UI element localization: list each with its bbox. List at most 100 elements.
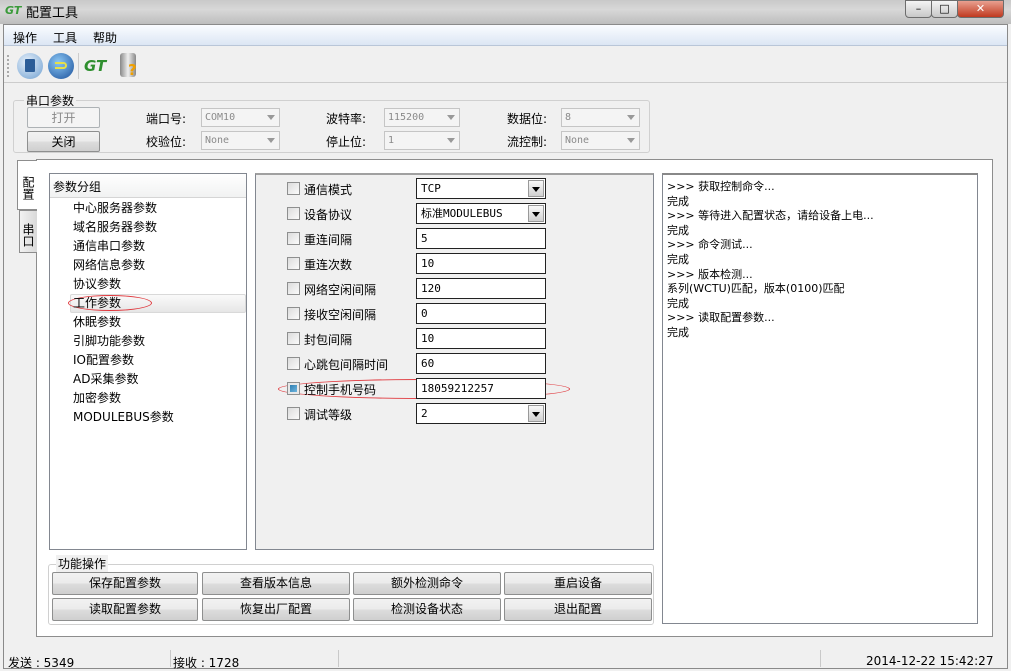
app-logo-icon: GT <box>5 4 22 17</box>
param-label: 控制手机号码 <box>304 383 377 397</box>
undo-icon[interactable] <box>48 53 74 79</box>
param-checkbox[interactable] <box>287 232 300 245</box>
param-group-item[interactable]: 休眠参数 <box>73 313 121 332</box>
param-checkbox[interactable] <box>287 182 300 195</box>
function-button[interactable]: 重启设备 <box>504 572 652 595</box>
param-input[interactable]: 5 <box>416 228 546 249</box>
param-group-item[interactable]: 工作参数 <box>73 294 121 313</box>
log-line: >>> 命令测试... <box>667 238 753 252</box>
chevron-down-icon[interactable] <box>528 405 544 422</box>
function-group-label: 功能操作 <box>56 555 109 572</box>
databits-select[interactable]: 8 <box>561 108 640 127</box>
param-value: 120 <box>421 282 441 295</box>
title-bar[interactable] <box>0 0 1011 24</box>
param-checkbox[interactable] <box>287 332 300 345</box>
menu-help[interactable]: 帮助 <box>93 29 117 46</box>
param-value: 标准MODULEBUS <box>421 207 503 220</box>
log-line: 完成 <box>667 194 689 208</box>
param-group-item[interactable]: AD采集参数 <box>73 370 138 389</box>
param-checkbox[interactable] <box>287 357 300 370</box>
menu-tools[interactable]: 工具 <box>53 29 77 46</box>
close-port-button[interactable]: 关闭 <box>27 131 100 152</box>
baud-select[interactable]: 115200 <box>384 108 460 127</box>
chevron-down-icon[interactable] <box>528 180 544 197</box>
function-button[interactable]: 读取配置参数 <box>52 598 198 621</box>
port-label: 端口号: <box>146 112 187 126</box>
status-bar: 发送 : 5349 接收 : 1728 2014-12-22 15:42:27 <box>4 648 1007 670</box>
baud-label: 波特率: <box>326 112 367 126</box>
flow-label: 流控制: <box>507 135 548 149</box>
chevron-down-icon[interactable] <box>528 205 544 222</box>
param-label: 重连次数 <box>304 258 353 272</box>
maximize-button[interactable]: □ <box>931 0 958 18</box>
param-select[interactable]: TCP <box>416 178 546 199</box>
function-button[interactable]: 恢复出厂配置 <box>202 598 350 621</box>
param-group-item[interactable]: 域名服务器参数 <box>73 218 157 237</box>
tab-config[interactable]: 配置 <box>17 160 37 210</box>
param-select[interactable]: 2 <box>416 403 546 424</box>
parity-select[interactable]: None <box>201 131 280 150</box>
param-select[interactable]: 标准MODULEBUS <box>416 203 546 224</box>
param-input[interactable]: 60 <box>416 353 546 374</box>
param-value: 10 <box>421 257 435 270</box>
parity-label: 校验位: <box>146 135 187 149</box>
param-group-item[interactable]: 通信串口参数 <box>73 237 145 256</box>
stopbits-label: 停止位: <box>326 135 367 149</box>
menu-operation[interactable]: 操作 <box>13 29 37 46</box>
window-title: 配置工具 <box>26 6 79 21</box>
function-button[interactable]: 退出配置 <box>504 598 652 621</box>
chevron-down-icon <box>627 138 635 143</box>
flow-value: None <box>565 135 590 146</box>
param-group-item[interactable]: 网络信息参数 <box>73 256 145 275</box>
log-output[interactable]: >>> 获取控制命令... 完成 >>> 等待进入配置状态，请给设备上电... 完成 >… <box>662 173 978 624</box>
param-checkbox[interactable] <box>287 257 300 270</box>
function-button[interactable]: 查看版本信息 <box>202 572 350 595</box>
param-label: 通信模式 <box>304 183 353 197</box>
open-port-button[interactable]: 打开 <box>27 107 100 128</box>
param-group-item[interactable]: 中心服务器参数 <box>73 199 157 218</box>
param-group-item[interactable]: IO配置参数 <box>73 351 134 370</box>
tab-serial[interactable]: 串口 <box>19 210 37 253</box>
param-label: 网络空闲间隔 <box>304 283 377 297</box>
param-checkbox[interactable] <box>287 407 300 420</box>
param-value: 10 <box>421 332 435 345</box>
param-input[interactable]: 18059212257 <box>416 378 546 399</box>
chevron-down-icon <box>627 115 635 120</box>
close-button[interactable]: ✕ <box>957 0 1004 18</box>
stopbits-select[interactable]: 1 <box>384 131 460 150</box>
param-input[interactable]: 10 <box>416 328 546 349</box>
param-value: 2 <box>421 407 428 420</box>
param-label: 设备协议 <box>304 208 353 222</box>
param-label: 心跳包间隔时间 <box>304 358 389 372</box>
function-button[interactable]: 额外检测命令 <box>353 572 501 595</box>
param-checkbox[interactable] <box>287 382 300 395</box>
minimize-button[interactable]: – <box>905 0 932 18</box>
datetime: 2014-12-22 15:42:27 <box>866 654 994 668</box>
param-input[interactable]: 10 <box>416 253 546 274</box>
param-checkbox[interactable] <box>287 307 300 320</box>
param-input[interactable]: 120 <box>416 278 546 299</box>
param-group-header: 参数分组 <box>50 174 246 198</box>
flow-select[interactable]: None <box>561 131 640 150</box>
param-value: 0 <box>421 307 428 320</box>
param-group-item[interactable]: MODULEBUS参数 <box>73 408 174 427</box>
database-help-icon[interactable]: ? <box>120 53 137 79</box>
baud-value: 115200 <box>388 112 425 123</box>
param-group-item[interactable]: 加密参数 <box>73 389 121 408</box>
toolbar: GT ? <box>4 47 1007 83</box>
trash-icon[interactable] <box>17 53 43 79</box>
param-group-item[interactable]: 引脚功能参数 <box>73 332 145 351</box>
function-button[interactable]: 保存配置参数 <box>52 572 198 595</box>
param-checkbox[interactable] <box>287 282 300 295</box>
port-select[interactable]: COM10 <box>201 108 280 127</box>
chevron-down-icon <box>447 138 455 143</box>
log-line: >>> 读取配置参数... <box>667 311 775 325</box>
param-group-item[interactable]: 协议参数 <box>73 275 121 294</box>
function-button[interactable]: 检测设备状态 <box>353 598 501 621</box>
log-line: 完成 <box>667 252 689 266</box>
param-input[interactable]: 0 <box>416 303 546 324</box>
log-line: >>> 版本检测... <box>667 267 753 281</box>
param-checkbox[interactable] <box>287 207 300 220</box>
gt-logo-icon[interactable]: GT <box>84 57 106 75</box>
param-label: 封包间隔 <box>304 333 353 347</box>
